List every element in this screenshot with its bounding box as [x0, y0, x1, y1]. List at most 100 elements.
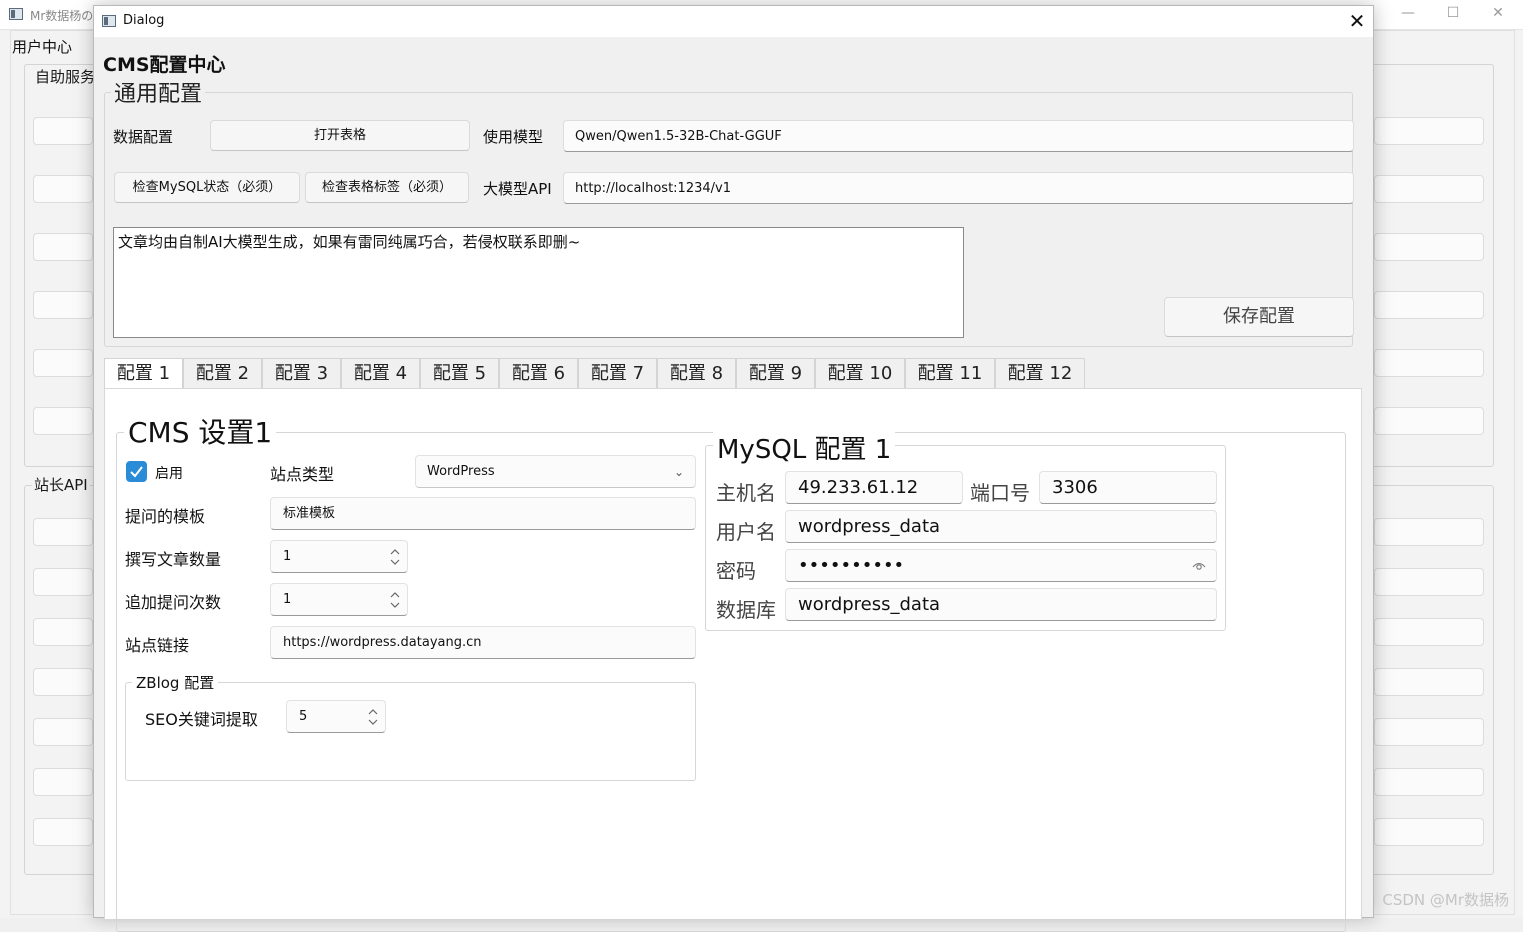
- article-count-spinbox[interactable]: 1: [270, 540, 408, 573]
- bg-button[interactable]: [33, 291, 93, 319]
- host-label: 主机名: [716, 481, 776, 505]
- eye-icon[interactable]: [1192, 561, 1206, 571]
- tab-config-8[interactable]: 配置 8: [657, 358, 736, 389]
- menu-user-center[interactable]: 用户中心: [12, 36, 72, 57]
- article-count-value: 1: [283, 549, 292, 564]
- bg-button[interactable]: [1374, 233, 1484, 261]
- close-icon[interactable]: ✕: [1483, 5, 1513, 21]
- template-field[interactable]: 标准模板: [270, 497, 696, 530]
- tab-config-7[interactable]: 配置 7: [578, 358, 657, 389]
- notice-textarea[interactable]: 文章均由自制AI大模型生成，如果有雷同纯属巧合，若侵权联系即删~: [113, 227, 964, 338]
- tab-config-3[interactable]: 配置 3: [262, 358, 341, 389]
- tab-config-2[interactable]: 配置 2: [183, 358, 262, 389]
- bg-button[interactable]: [33, 349, 93, 377]
- password-value: ••••••••••: [798, 555, 905, 576]
- bg-button[interactable]: [33, 568, 93, 596]
- tab-config-10[interactable]: 配置 10: [815, 358, 905, 389]
- dialog-title: Dialog: [123, 13, 165, 28]
- tab-config-12[interactable]: 配置 12: [995, 358, 1085, 389]
- bg-button[interactable]: [1374, 568, 1484, 596]
- check-mysql-button[interactable]: 检查MySQL状态（必须）: [114, 172, 300, 203]
- bg-button[interactable]: [1374, 668, 1484, 696]
- password-label: 密码: [716, 559, 756, 583]
- seo-keyword-value: 5: [299, 709, 308, 724]
- chevron-down-icon: ⌄: [673, 465, 684, 479]
- dialog-app-icon: [102, 15, 116, 27]
- tab-config-1[interactable]: 配置 1: [104, 358, 183, 390]
- tab-config-4[interactable]: 配置 4: [341, 358, 420, 389]
- app-icon: [9, 8, 23, 20]
- bg-button[interactable]: [33, 718, 93, 746]
- bg-button[interactable]: [1374, 718, 1484, 746]
- bg-button[interactable]: [33, 117, 93, 145]
- username-field[interactable]: wordpress_data: [785, 510, 1217, 543]
- host-field[interactable]: 49.233.61.12: [785, 471, 963, 504]
- bg-button[interactable]: [1374, 768, 1484, 796]
- spin-arrows-icon[interactable]: [389, 590, 401, 610]
- page-title: CMS配置中心: [103, 54, 226, 76]
- tab-config-11[interactable]: 配置 11: [905, 358, 995, 389]
- open-table-button[interactable]: 打开表格: [210, 120, 470, 151]
- bg-button[interactable]: [33, 618, 93, 646]
- model-field[interactable]: Qwen/Qwen1.5-32B-Chat-GGUF: [563, 120, 1354, 152]
- minimize-icon[interactable]: —: [1393, 5, 1423, 21]
- bg-button[interactable]: [1374, 818, 1484, 846]
- spin-arrows-icon[interactable]: [389, 547, 401, 567]
- general-config-title: 通用配置: [111, 76, 206, 108]
- tab-config-9[interactable]: 配置 9: [736, 358, 815, 389]
- bg-button[interactable]: [33, 818, 93, 846]
- bg-button[interactable]: [33, 768, 93, 796]
- site-link-field[interactable]: https://wordpress.datayang.cn: [270, 626, 696, 659]
- bg-button[interactable]: [1374, 291, 1484, 319]
- seo-keyword-spinbox[interactable]: 5: [286, 700, 386, 733]
- tab-config-5[interactable]: 配置 5: [420, 358, 499, 389]
- bg-button[interactable]: [1374, 518, 1484, 546]
- database-label: 数据库: [716, 598, 776, 622]
- check-tags-button[interactable]: 检查表格标签（必须）: [305, 172, 469, 203]
- dialog-titlebar: Dialog ✕: [94, 6, 1373, 37]
- enable-checkbox[interactable]: [126, 461, 147, 482]
- followup-spinbox[interactable]: 1: [270, 583, 408, 616]
- bg-button[interactable]: [33, 175, 93, 203]
- bg-button[interactable]: [1374, 349, 1484, 377]
- site-type-value: WordPress: [427, 464, 495, 479]
- bg-button[interactable]: [33, 233, 93, 261]
- site-link-label: 站点链接: [125, 636, 190, 655]
- bg-button[interactable]: [1374, 618, 1484, 646]
- data-config-label: 数据配置: [113, 128, 174, 146]
- check-icon: [130, 466, 143, 478]
- csdn-watermark: CSDN @Mr数据杨: [1382, 891, 1509, 909]
- bg-button[interactable]: [1374, 175, 1484, 203]
- bg-button[interactable]: [1374, 407, 1484, 435]
- tab-panel-config-1: CMS 设置1 启用 站点类型 WordPress ⌄ 提问的模板 标准模板 撰…: [104, 388, 1362, 932]
- dialog-close-icon[interactable]: ✕: [1341, 6, 1373, 37]
- bg-button[interactable]: [1374, 117, 1484, 145]
- bg-button[interactable]: [33, 407, 93, 435]
- database-field[interactable]: wordpress_data: [785, 588, 1217, 621]
- save-config-button[interactable]: 保存配置: [1164, 297, 1354, 337]
- webmaster-api-group-title: 站长API: [32, 474, 90, 495]
- spin-arrows-icon[interactable]: [367, 707, 379, 727]
- api-field[interactable]: http://localhost:1234/v1: [563, 172, 1354, 204]
- followup-value: 1: [283, 592, 292, 607]
- enable-label: 启用: [155, 466, 183, 482]
- article-count-label: 撰写文章数量: [125, 550, 222, 569]
- api-label: 大模型API: [483, 180, 552, 198]
- maximize-icon[interactable]: ☐: [1438, 5, 1468, 21]
- cms-settings-title: CMS 设置1: [124, 411, 277, 451]
- bg-button[interactable]: [33, 668, 93, 696]
- port-label: 端口号: [970, 481, 1030, 505]
- main-window-title: Mr数据杨の: [30, 9, 94, 23]
- password-field[interactable]: ••••••••••: [785, 549, 1217, 582]
- model-label: 使用模型: [483, 128, 544, 146]
- cms-config-dialog: Dialog ✕ CMS配置中心 通用配置 数据配置 打开表格 使用模型 Qwe…: [93, 5, 1374, 932]
- mysql-config-title: MySQL 配置 1: [713, 429, 896, 466]
- tab-config-6[interactable]: 配置 6: [499, 358, 578, 389]
- template-label: 提问的模板: [125, 507, 206, 526]
- site-type-label: 站点类型: [270, 465, 335, 484]
- self-service-group-title: 自助服务: [33, 66, 98, 87]
- seo-keyword-label: SEO关键词提取: [145, 710, 258, 729]
- site-type-select[interactable]: WordPress ⌄: [415, 455, 696, 488]
- bg-button[interactable]: [33, 518, 93, 546]
- port-field[interactable]: 3306: [1039, 471, 1217, 504]
